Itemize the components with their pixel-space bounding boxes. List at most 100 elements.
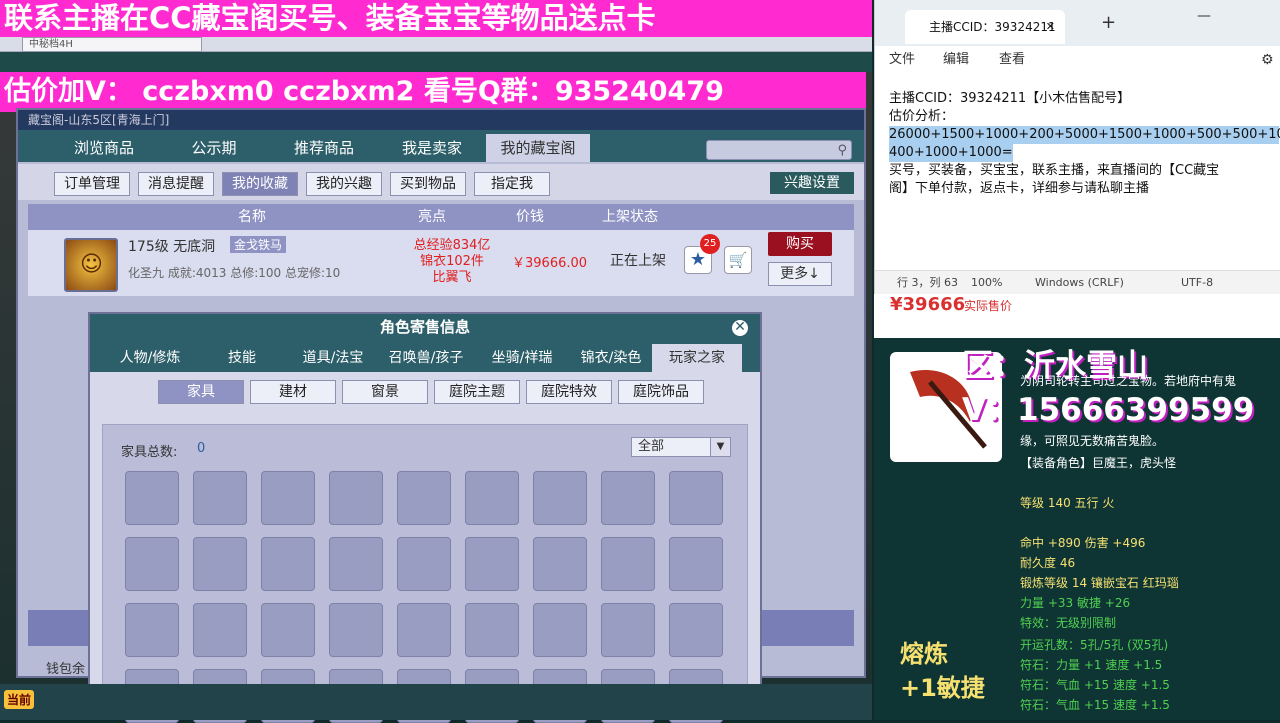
furniture-slot[interactable] — [601, 471, 655, 525]
notepad-text[interactable]: 主播CCID：39324211【小木估售配号】 估价分析： 26000+1500… — [889, 90, 1280, 198]
my-interests-button[interactable]: 我的兴趣 — [306, 172, 382, 196]
furniture-slot[interactable] — [125, 537, 179, 591]
furniture-slot[interactable] — [533, 537, 587, 591]
furniture-slot[interactable] — [397, 603, 451, 657]
highlight-wings: 比翼飞 — [432, 270, 472, 285]
encoding: UTF-8 — [1181, 276, 1214, 289]
interest-settings-button[interactable]: 兴趣设置 — [770, 172, 854, 194]
filter-select[interactable]: 全部 ▼ — [631, 437, 731, 457]
tab-character[interactable]: 人物/修炼 — [102, 344, 198, 372]
furniture-slot[interactable] — [329, 537, 383, 591]
furniture-slot[interactable] — [669, 537, 723, 591]
menu-view[interactable]: 查看 — [999, 46, 1025, 74]
tab-skills[interactable]: 技能 — [200, 344, 284, 372]
table-header: 名称 亮点 价钱 上架状态 — [28, 204, 854, 230]
furniture-slot[interactable] — [601, 537, 655, 591]
melt-bonus: +1敏捷 — [900, 674, 985, 702]
category-building[interactable]: 建材 — [250, 380, 336, 404]
price-display: ¥39666 — [890, 294, 966, 315]
tab-mounts[interactable]: 坐骑/祥瑞 — [474, 344, 570, 372]
category-window[interactable]: 窗景 — [342, 380, 428, 404]
furniture-slot[interactable] — [193, 603, 247, 657]
equip-stats: 力量 +33 敏捷 +26 — [1020, 596, 1131, 610]
equip-durability: 耐久度 46 — [1020, 556, 1076, 570]
category-yard-effect[interactable]: 庭院特效 — [526, 380, 612, 404]
furniture-slot[interactable] — [601, 603, 655, 657]
bought-items-button[interactable]: 买到物品 — [390, 172, 466, 196]
cursor-position: 行 3，列 63 — [897, 276, 958, 289]
zoom-level: 100% — [971, 276, 1003, 289]
furniture-slot[interactable] — [669, 471, 723, 525]
tab-pets[interactable]: 召唤兽/孩子 — [378, 344, 474, 372]
furniture-slot[interactable] — [533, 603, 587, 657]
my-favorites-button[interactable]: 我的收藏 — [222, 172, 298, 196]
header-price: 价钱 — [516, 209, 544, 225]
furniture-slot[interactable] — [125, 471, 179, 525]
furniture-slot[interactable] — [261, 471, 315, 525]
buy-button[interactable]: 购买 — [768, 232, 832, 256]
notepad-tab[interactable]: 主播CCID：39324211 ✕ — [905, 10, 1065, 44]
close-icon[interactable]: ✕ — [730, 318, 750, 338]
minimize-icon[interactable]: — — [1197, 8, 1211, 24]
furniture-slot[interactable] — [397, 471, 451, 525]
furniture-slot[interactable] — [397, 537, 451, 591]
cart-icon[interactable]: 🛒 — [724, 246, 752, 274]
category-yard-theme[interactable]: 庭院主题 — [434, 380, 520, 404]
category-yard-decor[interactable]: 庭院饰品 — [618, 380, 704, 404]
contact-id: V：15666399599 — [962, 392, 1255, 428]
furniture-slot[interactable] — [125, 603, 179, 657]
assigned-to-me-button[interactable]: 指定我 — [474, 172, 550, 196]
mount-tag: 金戈铁马 — [230, 236, 287, 253]
furniture-slot[interactable] — [669, 603, 723, 657]
notepad-statusbar: 行 3，列 63 100% Windows (CRLF) UTF-8 — [875, 270, 1280, 294]
menu-edit[interactable]: 编辑 — [943, 46, 969, 74]
price-suffix: 实际售价 — [964, 299, 1013, 313]
item-detail: 化圣九 成就:4013 总修:100 总宠修:10 — [128, 266, 341, 280]
rune-stone: 符石：气血 +15 速度 +1.5 — [1020, 678, 1170, 692]
tab-recommend[interactable]: 推荐商品 — [272, 134, 376, 162]
furniture-slot[interactable] — [193, 471, 247, 525]
furniture-slot[interactable] — [533, 471, 587, 525]
header-highlight: 亮点 — [418, 209, 446, 225]
game-tab[interactable]: 中秘档4H — [22, 37, 202, 52]
add-tab-icon[interactable]: + — [1101, 12, 1116, 33]
tab-my-pavilion[interactable]: 我的藏宝阁 — [486, 134, 590, 162]
item-price: ￥39666.00 — [512, 256, 588, 271]
tab-seller[interactable]: 我是卖家 — [380, 134, 484, 162]
dialog-title: 角色寄售信息 — [90, 314, 760, 340]
furniture-slot[interactable] — [261, 537, 315, 591]
furniture-slot[interactable] — [465, 537, 519, 591]
character-avatar[interactable]: ☺ — [64, 238, 118, 292]
desc-line: 为阴司轮转主司过之宝物。若地府中有鬼 — [1020, 374, 1237, 388]
notepad-tab-title: 主播CCID：39324211 — [929, 20, 1056, 34]
more-button[interactable]: 更多↓ — [768, 262, 832, 286]
menu-file[interactable]: 文件 — [889, 46, 915, 74]
search-icon: ⚲ — [837, 143, 847, 158]
furniture-slot[interactable] — [193, 537, 247, 591]
dialog-tabs: 人物/修炼 技能 道具/法宝 召唤兽/孩子 坐骑/祥瑞 锦衣/染色 玩家之家 — [90, 340, 760, 372]
furniture-slot[interactable] — [329, 471, 383, 525]
furniture-slot[interactable] — [465, 603, 519, 657]
desc-line: 缘，可照见无数痛苦鬼脸。 — [1020, 434, 1165, 448]
close-icon[interactable]: ✕ — [1046, 10, 1055, 44]
tab-outfits[interactable]: 锦衣/染色 — [570, 344, 652, 372]
text-line: 估价分析： — [889, 109, 955, 124]
text-line: 阁】下单付款，返点卡，详细参与请私聊主播 — [889, 181, 1150, 196]
order-management-button[interactable]: 订单管理 — [54, 172, 130, 196]
message-reminder-button[interactable]: 消息提醒 — [138, 172, 214, 196]
search-input[interactable]: ⚲ — [706, 140, 852, 160]
tab-home[interactable]: 玩家之家 — [652, 344, 742, 372]
melt-label: 熔炼 — [900, 640, 948, 668]
header-name: 名称 — [238, 209, 266, 225]
game-bottom-bar — [0, 684, 872, 720]
furniture-slot[interactable] — [261, 603, 315, 657]
tab-browse[interactable]: 浏览商品 — [52, 134, 156, 162]
table-row[interactable]: ☺ 175级 无底洞 金戈铁马 化圣九 成就:4013 总修:100 总宠修:1… — [28, 230, 854, 296]
gear-icon[interactable]: ⚙ — [1261, 46, 1274, 74]
furniture-slot[interactable] — [465, 471, 519, 525]
text-line: 买号，买装备，买宝宝，联系主播，来直播间的【CC藏宝 — [889, 163, 1220, 178]
tab-items[interactable]: 道具/法宝 — [288, 344, 378, 372]
tab-public[interactable]: 公示期 — [162, 134, 266, 162]
furniture-slot[interactable] — [329, 603, 383, 657]
category-furniture[interactable]: 家具 — [158, 380, 244, 404]
